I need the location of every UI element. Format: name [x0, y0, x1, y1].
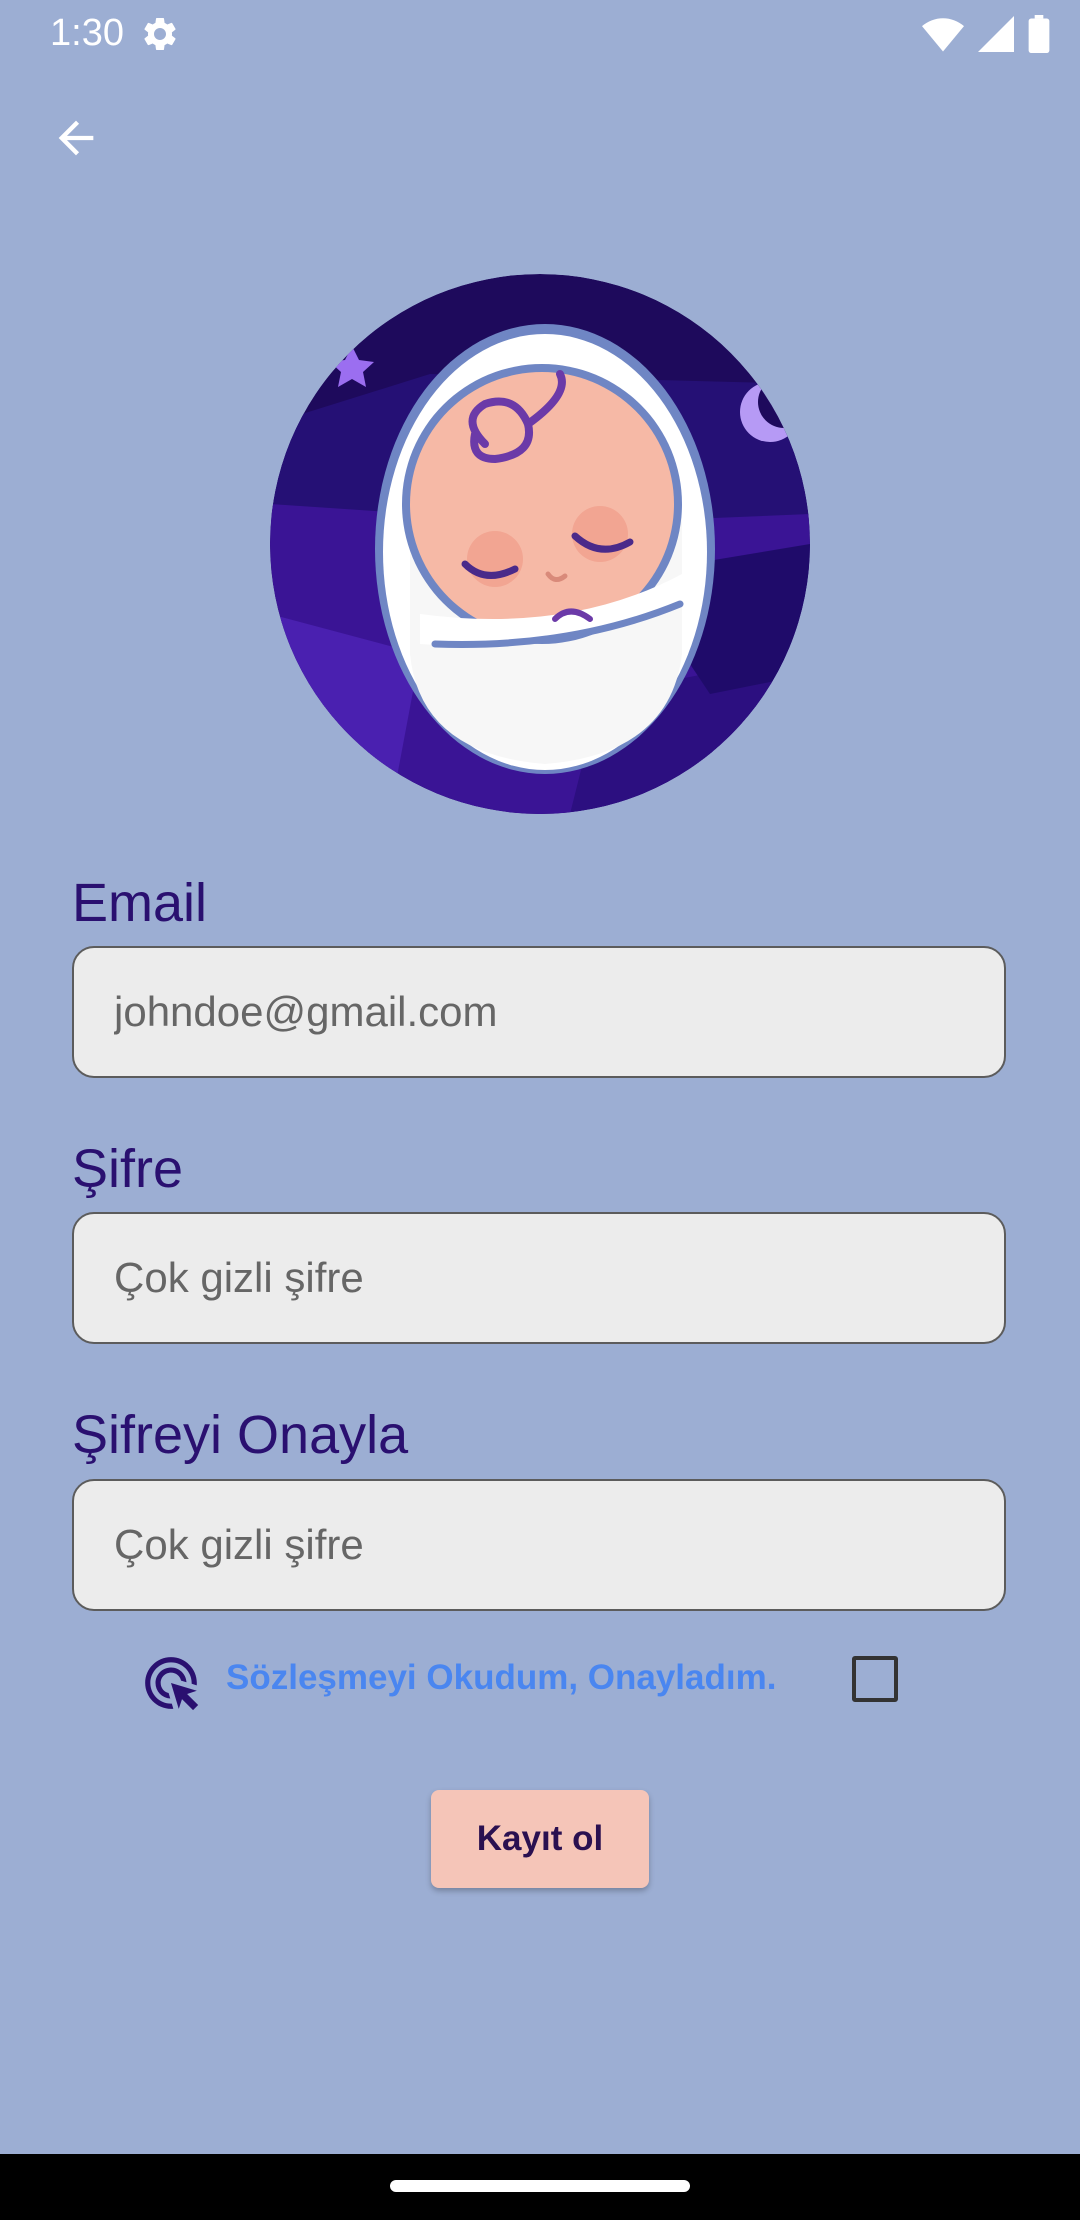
password-label: Şifre: [72, 1139, 184, 1199]
email-label: Email: [72, 873, 208, 933]
status-icons: [922, 14, 1050, 54]
register-button[interactable]: Kayıt ol: [431, 1790, 649, 1888]
settings-icon: [144, 17, 176, 50]
status-time: 1:30: [50, 12, 124, 54]
confirm-password-label: Şifreyi Onayla: [72, 1405, 409, 1465]
home-gesture-handle[interactable]: [390, 2180, 690, 2192]
back-button[interactable]: [40, 102, 112, 174]
app-logo: [270, 274, 810, 814]
swaddled-baby-illustration: [270, 274, 810, 814]
agreement-link[interactable]: Sözleşmeyi Okudum, Onayladım.: [226, 1658, 776, 1698]
password-input[interactable]: [72, 1212, 1006, 1344]
wifi-icon: [922, 18, 964, 52]
status-bar: 1:30: [0, 0, 1080, 66]
email-input[interactable]: [72, 946, 1006, 1078]
arrow-left-icon: [58, 120, 94, 156]
system-navigation-bar: [0, 2154, 1080, 2220]
agreement-checkbox[interactable]: [852, 1656, 898, 1702]
pointer-click-icon: [145, 1657, 199, 1711]
signal-icon: [978, 16, 1014, 52]
battery-icon: [1028, 15, 1050, 53]
confirm-password-input[interactable]: [72, 1479, 1006, 1611]
